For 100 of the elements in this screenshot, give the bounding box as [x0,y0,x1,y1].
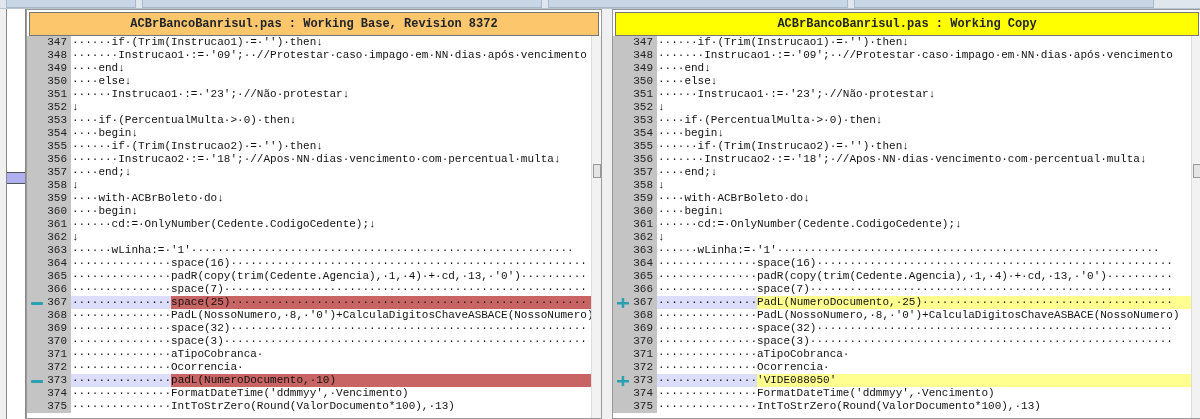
code-line: ···············PadL(NossoNumero,·8,·'0')+CalculaDigitosChaveASBACE(NossoNumero) [657,309,1180,322]
line-number: 366 [47,283,67,296]
line-number: 375 [633,400,653,413]
code-line: ····if·(PercentualMulta·>·0)·then↓ [71,114,297,127]
line-number: 362 [47,231,67,244]
code-line: ···············space(32)······················································ [657,322,1173,335]
line-number: 347 [633,36,653,49]
code-line: ····end;↓ [71,166,132,179]
line-number: 360 [633,205,653,218]
code-line: ······Instrucao1·:=·'23';·//Não·protestar↓ [657,88,936,101]
code-line: ···············space(32)······················································ [71,322,587,335]
scrollbar[interactable] [1191,36,1200,418]
line-number: 347 [47,36,67,49]
code-line: ······if·(Trim(Instrucao1)·=·'')·then↓ [71,36,323,49]
pane-title: ACBrBancoBanrisul.pas : Working Base, Revision 8372 [29,12,599,36]
code-line: ↓ [71,101,79,114]
line-number: 367 [47,296,67,309]
code-line: ···············FormatDateTime('ddmmyy',·Vencimento) [657,387,995,400]
line-number: 372 [633,361,653,374]
line-number: 355 [47,140,67,153]
line-number: 368 [47,309,67,322]
code-line: ····end↓ [657,62,711,75]
line-number: 360 [47,205,67,218]
line-number: 357 [47,166,67,179]
line-number: 352 [47,101,67,114]
line-number: 354 [47,127,67,140]
code-line: ···············space(16)······················································ [657,257,1173,270]
plus-icon [616,375,630,386]
code-line: ···············aTipoCobranca· [657,348,850,361]
line-number: 353 [633,114,653,127]
indent-whitespace: ··············· [657,296,758,309]
code-line: ↓ [71,231,79,244]
code-line: ····begin↓ [657,205,724,218]
line-number: 350 [47,75,67,88]
code-line: ····begin↓ [657,127,724,140]
code-line: ······wLinha:=·'1'·························································· [657,244,1160,257]
code-line: ···············IntToStrZero(Round(ValorDocumento*100),·13) [657,400,1041,413]
line-number: 373 [633,374,653,387]
scrollbar[interactable] [591,36,601,418]
code-line: ······if·(Trim(Instrucao1)·=·'')·then↓ [657,36,909,49]
line-number: 370 [47,335,67,348]
scroll-thumb[interactable] [593,164,601,178]
code-line: ······if·(Trim(Instrucao2)·=·'')·then↓ [657,140,909,153]
code-line: ····begin↓ [71,127,138,140]
line-number: 370 [633,335,653,348]
plus-icon [616,297,630,308]
indent-whitespace: ··············· [71,374,172,387]
line-number: 365 [47,270,67,283]
line-number: 361 [633,218,653,231]
code-line: ···············IntToStrZero(Round(ValorDocumento*100),·13) [71,400,455,413]
code-line: ····else↓ [657,75,718,88]
code-line: ······cd:=·OnlyNumber(Cedente.CodigoCedente);↓ [71,218,376,231]
line-number: 371 [633,348,653,361]
line-number: 351 [47,88,67,101]
code-line: ····if·(PercentualMulta·>·0)·then↓ [657,114,883,127]
line-number: 356 [633,153,653,166]
code-line: ····with·ACBrBoleto·do↓ [71,192,224,205]
code-line: ····else↓ [71,75,132,88]
line-number: 369 [633,322,653,335]
code-line: ······wLinha:=·'1'·························································· [71,244,574,257]
code-line: ···············FormatDateTime('ddmmyy',·Vencimento) [71,387,409,400]
scroll-thumb[interactable] [1193,164,1200,178]
code-line: ····with·ACBrBoleto·do↓ [657,192,810,205]
line-number: 373 [47,374,67,387]
code-line: ······if·(Trim(Instrucao2)·=·'')·then↓ [71,140,323,153]
line-number: 354 [633,127,653,140]
line-number: 368 [633,309,653,322]
line-number: 363 [633,244,653,257]
line-number: 351 [633,88,653,101]
line-number: 367 [633,296,653,309]
code-line: ···············space(3)······················································· [71,335,587,348]
code-line: ···············space(16)······················································ [71,257,587,270]
code-line: ···············space(7)······················································· [71,283,587,296]
line-number: 365 [633,270,653,283]
line-number: 369 [47,322,67,335]
code-line: ···············space(7)······················································· [657,283,1173,296]
code-line: ↓ [657,231,665,244]
line-number: 364 [47,257,67,270]
code-line: ·······Instrucao1·:=·'09';··//Protestar·caso·impago·em·NN·dias·após·vencimento [657,49,1173,62]
line-number: 371 [47,348,67,361]
line-number: 372 [47,361,67,374]
line-number: 349 [47,62,67,75]
line-number: 355 [633,140,653,153]
line-number: 363 [47,244,67,257]
code-line: ······cd:=·OnlyNumber(Cedente.CodigoCedente);↓ [657,218,962,231]
indent-whitespace: ··············· [657,374,758,387]
code-line: ···············aTipoCobranca· [71,348,264,361]
code-line: ····end;↓ [657,166,718,179]
code-line: ···············padR(copy(trim(Cedente.Agencia),·1,·4)·+·cd,·13,·'0')·········· [71,270,587,283]
line-number: 352 [633,101,653,114]
pane-title: ACBrBancoBanrisul.pas : Working Copy [615,12,1199,36]
code-line: ····end↓ [71,62,125,75]
diff-locator-bar[interactable] [6,9,26,419]
code-line: ↓ [657,101,665,114]
code-line: ↓ [657,179,665,192]
line-number: 359 [47,192,67,205]
locator-marker [7,172,25,184]
line-number: 350 [633,75,653,88]
code-line: ······Instrucao1·:=·'23';·//Não·protestar↓ [71,88,350,101]
line-number: 364 [633,257,653,270]
